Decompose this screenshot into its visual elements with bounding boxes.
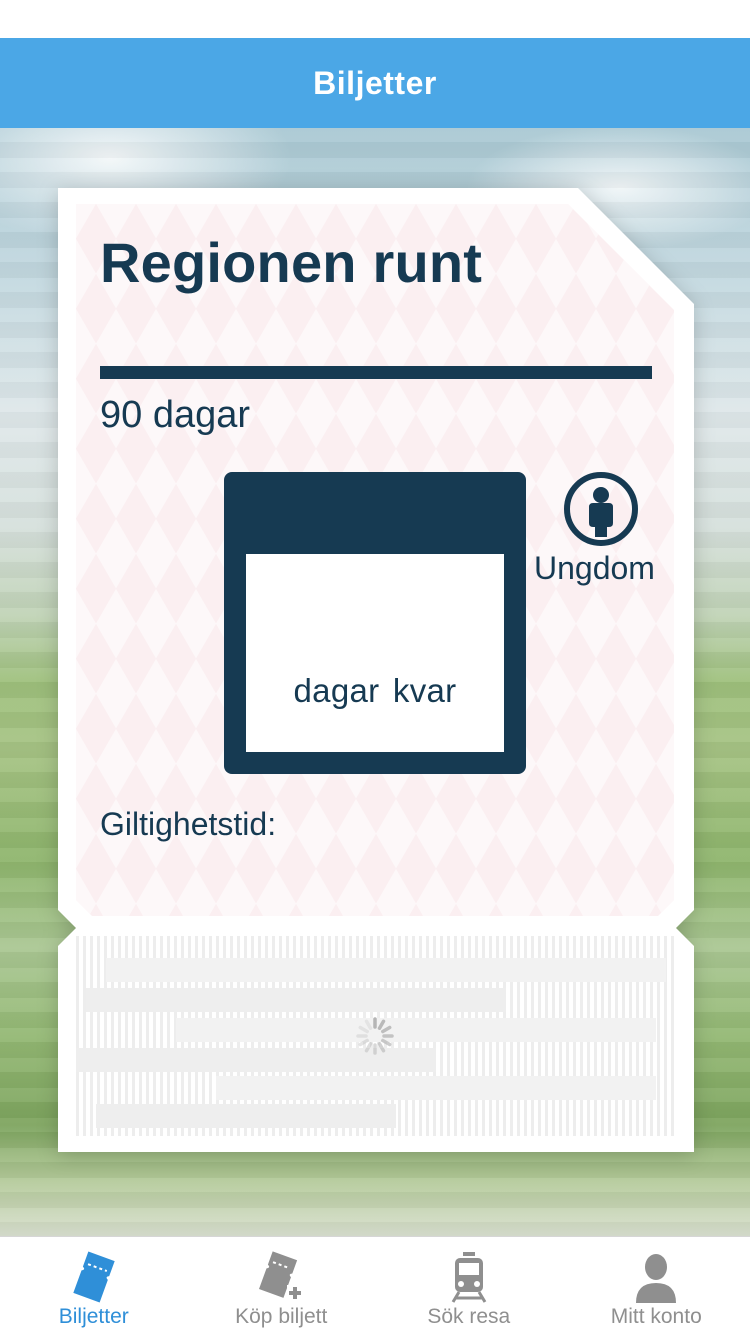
passenger-category: Ungdom <box>534 550 655 586</box>
validity-label: Giltighetstid: <box>100 806 277 842</box>
account-icon <box>636 1254 677 1303</box>
ticket-icon <box>73 1251 115 1303</box>
ticket-duration: 90 dagar <box>100 394 251 436</box>
tab-kop-biljett[interactable]: Köp biljett <box>188 1237 376 1334</box>
calendar-icon: dagar kvar <box>224 472 526 774</box>
ticket-title: Regionen runt <box>100 231 483 294</box>
tab-label: Mitt konto <box>610 1305 702 1328</box>
tab-label: Köp biljett <box>235 1305 328 1328</box>
loading-spinner-icon <box>356 1017 394 1055</box>
navigation-bar: Biljetter <box>0 38 750 128</box>
title-divider <box>100 366 652 379</box>
days-left-label: dagar kvar <box>293 672 457 709</box>
status-bar <box>0 0 750 38</box>
barcode-stripe <box>106 958 666 982</box>
tab-sok-resa[interactable]: Sök resa <box>375 1237 563 1334</box>
barcode-stripe <box>176 1018 656 1042</box>
page-title: Biljetter <box>313 64 437 101</box>
train-icon <box>451 1252 487 1303</box>
ticket-card[interactable]: Regionen runt 90 dagar dagar kvar Ungdom… <box>58 188 694 1152</box>
barcode-stripe <box>86 988 506 1012</box>
tab-bar: Biljetter Köp biljett Sök resa Mitt kont… <box>0 1236 750 1334</box>
tab-biljetter[interactable]: Biljetter <box>0 1237 188 1334</box>
tab-label: Biljetter <box>58 1305 129 1328</box>
barcode-stripe <box>216 1076 656 1100</box>
buy-ticket-icon <box>259 1251 304 1301</box>
person-icon <box>564 472 638 546</box>
tab-label: Sök resa <box>427 1305 511 1328</box>
days-left-box: dagar kvar <box>246 554 504 752</box>
barcode-stripe <box>96 1104 396 1128</box>
tab-mitt-konto[interactable]: Mitt konto <box>563 1237 750 1334</box>
